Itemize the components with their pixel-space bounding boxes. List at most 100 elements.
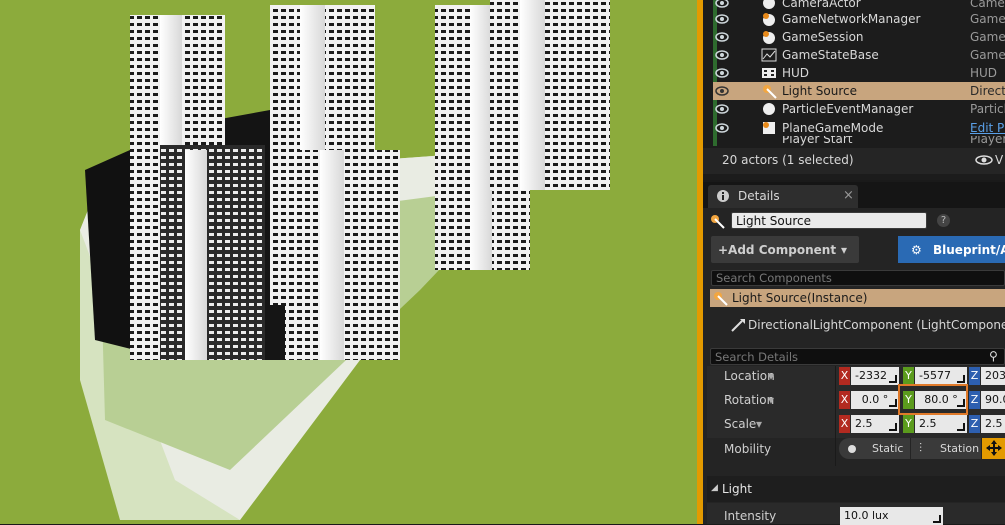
movable-icon <box>986 440 1002 459</box>
chevron-down-icon[interactable]: ▾ <box>768 369 774 383</box>
axis-x-badge: X <box>839 391 850 409</box>
outliner-row-selected[interactable]: Light Source Directio <box>713 82 1005 100</box>
static-icon <box>848 445 856 453</box>
outliner-row[interactable]: PlaneGameMode Edit Pl <box>713 119 1005 137</box>
rotation-z-field[interactable]: 90.0 <box>981 391 1005 409</box>
directional-light-icon <box>730 317 746 336</box>
mobility-stationary-label: Station <box>940 442 980 455</box>
light-instance-icon <box>712 290 728 309</box>
location-y-field[interactable]: -5577 <box>915 367 967 385</box>
scene-render <box>80 0 610 520</box>
axis-z-badge: Z <box>969 415 980 433</box>
eye-icon[interactable] <box>715 85 729 97</box>
outliner-row-name: ParticleEventManager <box>782 102 914 116</box>
eye-icon[interactable] <box>715 49 729 61</box>
hud-icon <box>761 65 777 81</box>
game-session-icon <box>761 29 777 45</box>
instance-label: Light Source(Instance) <box>732 291 868 305</box>
location-x-field[interactable]: -2332 <box>851 367 899 385</box>
outliner-row-name: PlaneGameMode <box>782 121 884 135</box>
scale-x-value: 2.5 <box>855 417 873 430</box>
outliner-row[interactable]: ParticleEventManager Particl <box>713 100 1005 118</box>
particle-manager-icon <box>761 101 777 117</box>
scale-x-field[interactable]: 2.5 <box>851 415 899 433</box>
outliner-row[interactable]: GameSession GameS <box>713 28 1005 46</box>
scale-z-value: 2.5 <box>985 417 1003 430</box>
tower-5 <box>160 145 265 360</box>
view-options-label[interactable]: V <box>995 153 1003 167</box>
tower-4 <box>490 0 610 190</box>
collapse-arrow-icon[interactable]: ◢ <box>711 483 718 493</box>
eye-icon[interactable] <box>715 13 729 25</box>
light-section-title: Light <box>722 482 752 496</box>
scale-z-field[interactable]: 2.5 <box>981 415 1005 433</box>
outliner-row-type: Directio <box>970 84 1005 98</box>
outliner-row-type: GameN <box>970 12 1005 26</box>
search-components-input[interactable]: Search Components <box>711 270 1005 286</box>
close-tab-icon[interactable]: × <box>843 188 854 203</box>
mobility-static-label: Static <box>872 442 904 455</box>
eye-icon[interactable] <box>715 103 729 115</box>
component-tree-item[interactable]: DirectionalLightComponent (LightComponen… <box>748 318 1005 332</box>
axis-x-badge: X <box>839 367 850 385</box>
highlight-box <box>898 384 968 415</box>
axis-y-badge: Y <box>903 367 914 385</box>
location-z-field[interactable]: 203 <box>981 367 1005 385</box>
outliner-row-name: Player Start <box>782 136 853 146</box>
mobility-label: Mobility <box>724 442 772 456</box>
outliner-row-name: CameraActor <box>782 0 861 10</box>
scale-y-value: 2.5 <box>919 417 937 430</box>
intensity-value: 10.0 lux <box>844 509 889 522</box>
outliner-row-type: Player <box>970 136 1005 146</box>
level-viewport[interactable] <box>0 0 697 524</box>
actor-count: 20 actors (1 selected) <box>722 153 854 167</box>
chevron-down-icon[interactable]: ▾ <box>756 417 762 431</box>
help-icon[interactable]: ? <box>937 214 950 227</box>
chevron-down-icon[interactable]: ▾ <box>768 393 774 407</box>
outliner-row[interactable]: Player Start Player <box>713 136 1005 146</box>
rotation-z-value: 90.0 <box>985 393 1005 406</box>
outliner-row[interactable]: HUD HUD <box>713 64 1005 82</box>
search-icon[interactable]: ⚲ <box>989 349 998 363</box>
tab-details-label: Details <box>738 189 780 203</box>
outliner-row[interactable]: GameNetworkManager GameN <box>713 10 1005 28</box>
location-z-value: 203 <box>985 369 1005 382</box>
blueprint-icon: ⚙ <box>911 243 922 257</box>
intensity-label: Intensity <box>724 509 777 523</box>
outliner-row-name: GameNetworkManager <box>782 12 921 26</box>
outliner-row-name: GameSession <box>782 30 864 44</box>
rotation-x-field[interactable]: 0.0 ° <box>851 391 899 409</box>
view-options-eye-icon[interactable] <box>975 154 993 169</box>
light-source-icon <box>761 83 777 99</box>
eye-icon[interactable] <box>715 0 729 9</box>
axis-z-badge: Z <box>969 391 980 409</box>
tower-6 <box>285 150 400 360</box>
column-divider <box>835 366 836 466</box>
search-details-placeholder: Search Details <box>715 350 799 364</box>
scale-y-field[interactable]: 2.5 <box>915 415 967 433</box>
edit-blueprint-link[interactable]: Edit Pl <box>970 121 1005 135</box>
search-details-input[interactable]: Search Details <box>710 348 1005 365</box>
rotation-x-value: 0.0 ° <box>861 393 889 406</box>
outliner-row-type: GameS <box>970 30 1005 44</box>
eye-icon[interactable] <box>715 122 729 134</box>
add-component-label: +Add Component <box>718 243 837 257</box>
location-y-value: -5577 <box>919 369 951 382</box>
tab-details[interactable] <box>708 185 858 208</box>
eye-icon[interactable] <box>715 67 729 79</box>
search-components-placeholder: Search Components <box>716 271 832 285</box>
outliner-row-name: HUD <box>782 66 810 80</box>
scale-label[interactable]: Scale <box>724 417 756 431</box>
outliner-row[interactable]: GameStateBase GameS <box>713 46 1005 64</box>
outliner-row-type: HUD <box>970 66 998 80</box>
outliner-row-type: Particl <box>970 102 1005 116</box>
actor-name-input[interactable]: Light Source <box>731 212 927 229</box>
actor-light-icon <box>709 213 725 232</box>
outliner-row-type: Came <box>970 0 1005 10</box>
intensity-field[interactable]: 10.0 lux <box>840 507 943 525</box>
chevron-down-icon: ▾ <box>841 243 848 257</box>
location-x-value: -2332 <box>855 369 887 382</box>
rotation-label[interactable]: Rotation <box>724 393 774 407</box>
eye-icon[interactable] <box>715 31 729 43</box>
blueprint-label: Blueprint/A <box>933 243 1005 257</box>
